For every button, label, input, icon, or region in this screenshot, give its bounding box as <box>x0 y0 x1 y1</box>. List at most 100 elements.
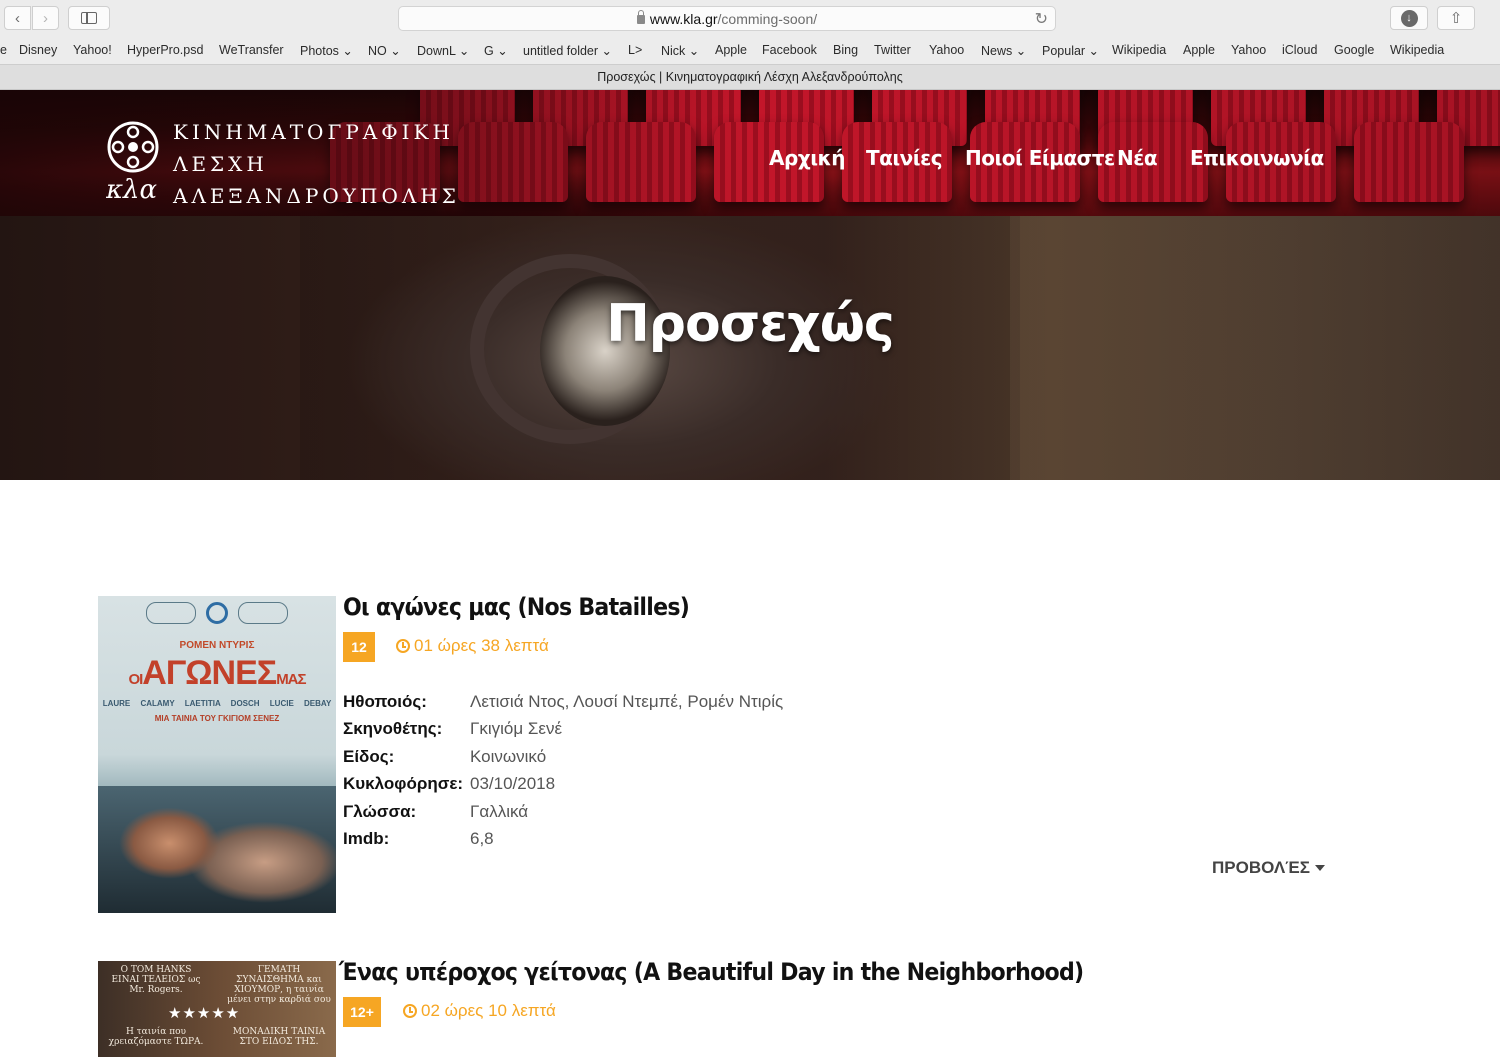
duration-text: 02 ώρες 10 λεπτά <box>421 1001 556 1020</box>
detail-row-release: Κυκλοφόρησε: 03/10/2018 <box>343 771 783 799</box>
poster-credit: ΜΙΑ ΤΑΙΝΙΑ ΤΟΥ ΓΚΙΓΙΟΜ ΣΕΝΕΖ <box>154 714 280 723</box>
detail-row-actors: Ηθοποιός: Λετισιά Ντος, Λουσί Ντεμπέ, Ρο… <box>343 688 783 716</box>
lock-icon <box>636 10 645 24</box>
back-button[interactable]: ‹ <box>4 6 31 30</box>
movie-title[interactable]: Οι αγώνες μας (Nos Batailles) <box>343 593 690 621</box>
poster-quote: ΓΕΜΑΤΗ ΣΥΝΑΙΣΘΗΜΑ και ΧΙΟΥΜΟΡ, η ταινία … <box>227 965 331 1005</box>
sidebar-toggle-button[interactable] <box>68 6 110 30</box>
page-title: Προσεχώς <box>606 294 894 354</box>
nav-movies[interactable]: Ταινίες <box>866 146 943 170</box>
bookmark-item[interactable]: Twitter <box>874 43 911 57</box>
forward-button[interactable]: › <box>32 6 59 30</box>
bookmark-item[interactable]: Popular ⌄ <box>1042 43 1099 58</box>
bookmark-item[interactable]: Facebook <box>762 43 817 57</box>
duration-text: 01 ώρες 38 λεπτά <box>414 636 549 655</box>
nav-contact[interactable]: Επικοινωνία <box>1190 146 1324 170</box>
bookmark-item[interactable]: iCloud <box>1282 43 1317 57</box>
poster-stars: ★★★★★ <box>168 1005 241 1022</box>
bookmark-item[interactable]: DownL ⌄ <box>417 43 469 58</box>
detail-value: 6,8 <box>470 829 494 849</box>
film-reel-logo-icon[interactable]: κλα <box>106 120 160 202</box>
share-icon: ⇧ <box>1449 10 1463 27</box>
bookmark-item[interactable]: Yahoo <box>1231 43 1266 57</box>
bookmark-item[interactable]: Yahoo! <box>73 43 112 57</box>
nav-news[interactable]: Νέα <box>1117 146 1158 170</box>
clock-icon <box>403 1004 417 1018</box>
cannes-logo-icon <box>206 602 228 624</box>
nav-about[interactable]: Ποιοί Είμαστε <box>965 146 1115 170</box>
detail-value: 03/10/2018 <box>470 774 556 794</box>
caret-down-icon <box>1314 865 1325 871</box>
age-rating-badge: 12+ <box>343 997 381 1027</box>
chevron-left-icon: ‹ <box>15 9 20 27</box>
detail-value: Κοινωνικό <box>470 746 547 766</box>
nav-home[interactable]: Αρχική <box>769 146 845 170</box>
bookmark-item[interactable]: Wikipedia <box>1390 43 1444 57</box>
url-path: /comming-soon/ <box>717 10 818 27</box>
address-bar[interactable]: www.kla.gr/comming-soon/ ↻ <box>398 6 1056 31</box>
detail-value: Γαλλικά <box>470 801 529 821</box>
festival-laurels <box>98 602 336 624</box>
poster-quote: Η ταινία που χρειαζόμαστε ΤΩΡΑ. <box>108 1027 204 1047</box>
detail-value: Γκιγιόμ Σενέ <box>470 719 563 739</box>
detail-row-genre: Είδος: Κοινωνικό <box>343 743 783 771</box>
screenings-dropdown[interactable]: ΠΡΟΒΟΛΈΣ <box>1212 858 1325 878</box>
movie-title[interactable]: Ένας υπέροχος γείτονας (A Beautiful Day … <box>339 958 1084 986</box>
logo-line: ΚΙΝΗΜΑΤΟΓΡΑΦΙΚΗ <box>173 120 454 144</box>
tab-title: Προσεχώς | Κινηματογραφική Λέσχη Αλεξανδ… <box>597 70 903 84</box>
movie-duration: 01 ώρες 38 λεπτά <box>396 636 549 656</box>
bookmark-item[interactable]: L> <box>628 43 642 57</box>
detail-label: Γλώσσα: <box>343 801 417 821</box>
bookmark-item[interactable]: Apple <box>715 43 747 57</box>
share-button[interactable]: ⇧ <box>1437 6 1475 30</box>
bookmark-item[interactable]: Photos ⌄ <box>300 43 353 58</box>
poster-title: ΟΙΑΓΩΝΕΣΜΑΣ <box>128 654 306 692</box>
download-icon: ↓ <box>1400 9 1418 27</box>
bookmark-item[interactable]: News ⌄ <box>981 43 1026 58</box>
downloads-button[interactable]: ↓ <box>1390 6 1428 30</box>
reload-icon[interactable]: ↻ <box>1035 9 1048 29</box>
screenings-label: ΠΡΟΒΟΛΈΣ <box>1212 858 1310 877</box>
detail-value: Λετισιά Ντος, Λουσί Ντεμπέ, Ρομέν Ντιρίς <box>470 691 784 711</box>
movie-duration: 02 ώρες 10 λεπτά <box>403 1001 556 1021</box>
detail-row-director: Σκηνοθέτης: Γκιγιόμ Σενέ <box>343 716 783 744</box>
poster-cast: LAURE CALAMY LAETITIA DOSCH LUCIE DEBAY <box>102 699 332 708</box>
bookmark-item[interactable]: NO ⌄ <box>368 43 401 58</box>
bookmark-item[interactable]: Disney <box>19 43 57 57</box>
movie-poster[interactable]: Ο TOM HANKS ΕΙΝΑΙ ΤΕΛΕΙΟΣ ως Mr. Rogers.… <box>98 961 336 1057</box>
bookmark-item[interactable]: e <box>0 43 7 57</box>
poster-quote: ΜΟΝΑΔΙΚΗ ΤΑΙΝΙΑ ΣΤΟ ΕΙΔΟΣ ΤΗΣ. <box>232 1027 326 1047</box>
bookmark-item[interactable]: Apple <box>1183 43 1215 57</box>
bookmark-item[interactable]: Wikipedia <box>1112 43 1166 57</box>
bookmark-item[interactable]: HyperPro.psd <box>127 43 203 57</box>
url-domain: www.kla.gr <box>649 10 718 27</box>
movie-details: Ηθοποιός: Λετισιά Ντος, Λουσί Ντεμπέ, Ρο… <box>343 688 783 853</box>
site-logo-text[interactable]: ΚΙΝΗΜΑΤΟΓΡΑΦΙΚΗ ΛΕΣΧΗ ΑΛΕΞΑΝΔΡΟΥΠΟΛΗΣ <box>173 116 460 212</box>
bookmark-item[interactable]: WeTransfer <box>219 43 284 57</box>
bookmark-item[interactable]: Bing <box>833 43 858 57</box>
bookmarks-bar: e Disney Yahoo! HyperPro.psd WeTransfer … <box>0 38 1500 64</box>
detail-label: Σκηνοθέτης: <box>343 719 443 739</box>
bookmark-item[interactable]: Yahoo <box>929 43 964 57</box>
detail-row-language: Γλώσσα: Γαλλικά <box>343 798 783 826</box>
logo-line: ΛΕΣΧΗ <box>173 152 268 176</box>
age-rating-badge: 12 <box>343 632 375 662</box>
site-header: κλα ΚΙΝΗΜΑΤΟΓΡΑΦΙΚΗ ΛΕΣΧΗ ΑΛΕΞΑΝΔΡΟΥΠΟΛΗ… <box>0 90 1500 216</box>
bookmark-item[interactable]: G ⌄ <box>484 43 508 58</box>
poster-director: ΡΟΜΕΝ ΝΤΥΡΙΣ <box>179 640 255 651</box>
detail-row-imdb: Imdb: 6,8 <box>343 826 783 854</box>
poster-photo <box>98 786 336 913</box>
movie-poster[interactable]: ΡΟΜΕΝ ΝΤΥΡΙΣ ΟΙΑΓΩΝΕΣΜΑΣ LAURE CALAMY LA… <box>98 596 336 913</box>
clock-icon <box>396 639 410 653</box>
detail-label: Είδος: <box>343 746 395 766</box>
chevron-right-icon: › <box>43 9 48 27</box>
detail-label: Κυκλοφόρησε: <box>343 774 464 794</box>
logo-mark-text: κλα <box>106 175 158 202</box>
hero-banner: Προσεχώς <box>0 216 1500 480</box>
logo-line: ΑΛΕΞΑΝΔΡΟΥΠΟΛΗΣ <box>173 184 460 208</box>
tab-title-bar: Προσεχώς | Κινηματογραφική Λέσχη Αλεξανδ… <box>0 64 1500 90</box>
bookmark-item[interactable]: Google <box>1334 43 1374 57</box>
bookmark-item[interactable]: Nick ⌄ <box>661 43 699 58</box>
browser-toolbar: ‹ › www.kla.gr/comming-soon/ ↻ ↓ ⇧ <box>0 0 1500 38</box>
bookmark-item[interactable]: untitled folder ⌄ <box>523 43 612 58</box>
